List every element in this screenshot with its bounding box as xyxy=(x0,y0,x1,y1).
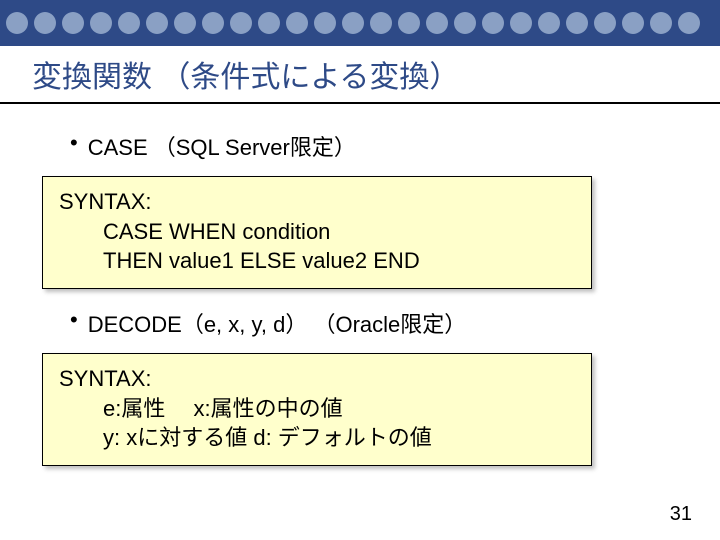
dot-icon xyxy=(650,12,672,34)
syntax-box-case: SYNTAX: CASE WHEN condition THEN value1 … xyxy=(42,176,592,289)
bullet-case: • CASE （SQL Server限定） xyxy=(70,130,662,162)
dot-icon xyxy=(202,12,224,34)
bullet-marker-icon: • xyxy=(70,307,78,339)
syntax-line: THEN value1 ELSE value2 END xyxy=(59,246,575,276)
dot-icon xyxy=(454,12,476,34)
syntax-line: CASE WHEN condition xyxy=(59,217,575,247)
syntax-line: e:属性 x:属性の中の値 xyxy=(59,394,575,424)
bullet-decode: • DECODE（e, x, y, d） （Oracle限定） xyxy=(70,307,662,339)
syntax-label: SYNTAX: xyxy=(59,364,575,394)
header-dots-bar xyxy=(0,0,720,46)
dot-icon xyxy=(566,12,588,34)
dot-icon xyxy=(146,12,168,34)
bullet-marker-icon: • xyxy=(70,130,78,162)
bullet-text: CASE （SQL Server限定） xyxy=(88,130,356,162)
bullet-text: DECODE（e, x, y, d） （Oracle限定） xyxy=(88,307,467,339)
dot-icon xyxy=(342,12,364,34)
dot-icon xyxy=(538,12,560,34)
dot-icon xyxy=(118,12,140,34)
dot-icon xyxy=(622,12,644,34)
dot-icon xyxy=(594,12,616,34)
dot-icon xyxy=(510,12,532,34)
syntax-line: y: xに対する値 d: デフォルトの値 xyxy=(59,423,575,453)
dot-icon xyxy=(398,12,420,34)
dot-icon xyxy=(6,12,28,34)
dot-icon xyxy=(90,12,112,34)
dot-icon xyxy=(174,12,196,34)
dot-icon xyxy=(426,12,448,34)
dot-icon xyxy=(370,12,392,34)
content-area: • CASE （SQL Server限定） SYNTAX: CASE WHEN … xyxy=(0,104,720,466)
syntax-label: SYNTAX: xyxy=(59,187,575,217)
dot-icon xyxy=(62,12,84,34)
dot-icon xyxy=(286,12,308,34)
dot-icon xyxy=(230,12,252,34)
dot-icon xyxy=(34,12,56,34)
dot-icon xyxy=(314,12,336,34)
syntax-box-decode: SYNTAX: e:属性 x:属性の中の値 y: xに対する値 d: デフォルト… xyxy=(42,353,592,466)
dot-icon xyxy=(482,12,504,34)
title-bar: 変換関数 （条件式による変換） xyxy=(0,46,720,104)
dot-icon xyxy=(258,12,280,34)
page-number: 31 xyxy=(670,503,692,526)
dot-icon xyxy=(678,12,700,34)
slide-title: 変換関数 （条件式による変換） xyxy=(32,52,459,96)
